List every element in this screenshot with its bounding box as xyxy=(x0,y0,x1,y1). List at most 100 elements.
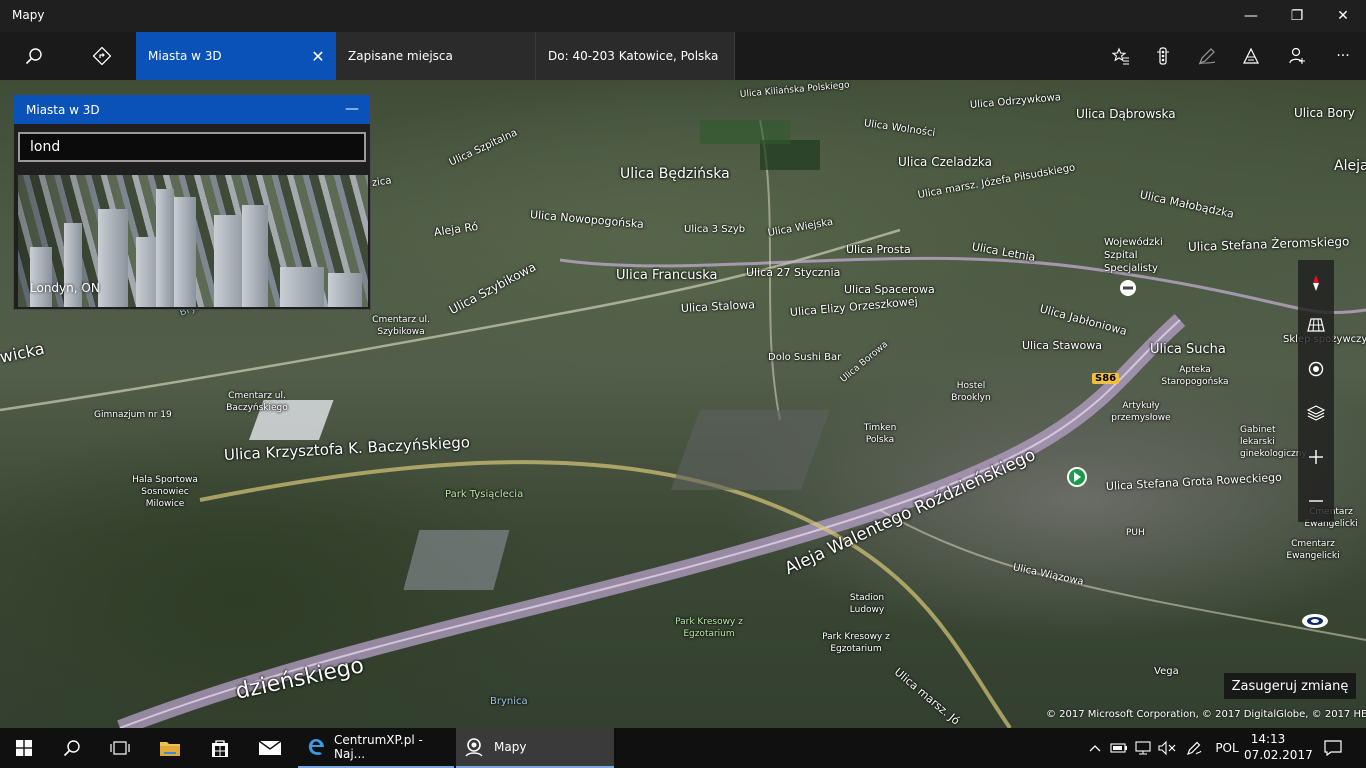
minus-icon xyxy=(1309,500,1323,502)
task-view-button[interactable] xyxy=(96,728,144,768)
taskbar-explorer[interactable] xyxy=(146,728,194,768)
input-language[interactable]: POL xyxy=(1210,728,1244,768)
taskbar-mail[interactable] xyxy=(246,728,294,768)
map-layers-button[interactable] xyxy=(1298,396,1334,430)
taskbar-item-maps[interactable]: Mapy xyxy=(456,728,614,768)
title-bar: Mapy — ❐ ✕ xyxy=(0,0,1366,32)
city-search-input[interactable] xyxy=(18,132,366,162)
city-result-name: Londyn, ON xyxy=(30,281,100,295)
tab-zapisane-miejsca[interactable]: Zapisane miejsca xyxy=(336,32,536,80)
compass-button[interactable] xyxy=(1298,266,1334,300)
map-copyright: © 2017 Microsoft Corporation, © 2017 Dig… xyxy=(1046,709,1366,720)
tab-directions-destination[interactable]: Do: 40-203 Katowice, Polska xyxy=(536,32,735,80)
map-label: Ulica Sucha xyxy=(1150,342,1226,357)
pen-icon xyxy=(1186,741,1202,756)
no-entry-icon[interactable] xyxy=(1118,278,1138,298)
search-icon xyxy=(25,48,42,65)
tab-label: Zapisane miejsca xyxy=(348,49,453,63)
cities-3d-panel: Miasta w 3D — Londyn, ON xyxy=(13,94,371,310)
clock-time: 14:13 xyxy=(1250,732,1286,746)
suggest-change-button[interactable]: Zasugeruj zmianę xyxy=(1224,673,1356,699)
tab-miasta-3d[interactable]: Miasta w 3D ✕ xyxy=(136,32,336,80)
taskbar-item-label: CentrumXP.pl - Naj... xyxy=(334,733,423,761)
plus-icon xyxy=(1309,450,1323,464)
zoom-out-button[interactable] xyxy=(1298,484,1334,518)
map-label: Hostel Brooklyn xyxy=(951,381,991,403)
windows-logo-icon xyxy=(16,740,32,756)
map-label: Wojewódzki Szpital Specjalisty xyxy=(1104,237,1163,274)
map-label: Park Kresowy z Egzotarium xyxy=(675,617,743,639)
pen-icon xyxy=(1198,48,1216,65)
traffic-button[interactable] xyxy=(1146,32,1180,80)
city-result-card[interactable]: Londyn, ON xyxy=(18,175,368,307)
minimize-button[interactable]: — xyxy=(1228,0,1274,32)
account-button[interactable] xyxy=(1280,32,1314,80)
taskbar-store[interactable] xyxy=(196,728,244,768)
highway-shield: S86 xyxy=(1092,373,1120,384)
network-tray-icon[interactable] xyxy=(1132,728,1154,768)
tilt-button[interactable] xyxy=(1298,308,1334,342)
favorites-button[interactable] xyxy=(1104,32,1138,80)
map-label: Aleja Hi xyxy=(1334,158,1366,174)
volume-tray-icon[interactable] xyxy=(1156,728,1178,768)
location-pin-icon[interactable] xyxy=(1066,466,1088,488)
building-shape xyxy=(280,267,324,307)
zoom-in-button[interactable] xyxy=(1298,440,1334,474)
directions-icon xyxy=(93,47,111,65)
action-center-button[interactable] xyxy=(1318,728,1348,768)
cities-3d-button[interactable] xyxy=(1234,32,1268,80)
building-shape xyxy=(174,197,196,307)
panel-header: Miasta w 3D — xyxy=(14,95,370,124)
panel-minimize-button[interactable]: — xyxy=(340,97,364,121)
my-location-icon[interactable] xyxy=(1300,612,1330,630)
battery-icon xyxy=(1110,743,1127,753)
map-label: Ulica Stawowa xyxy=(1022,339,1102,352)
map-label: Gimnazjum nr 19 xyxy=(94,410,172,420)
taskbar-item-label: Mapy xyxy=(494,740,527,754)
chevron-up-icon xyxy=(1089,745,1101,752)
close-tab-button[interactable]: ✕ xyxy=(306,44,330,68)
store-bag-icon xyxy=(212,740,228,757)
locate-me-button[interactable] xyxy=(1298,352,1334,386)
map-label: Brynica xyxy=(490,696,528,707)
compass-icon xyxy=(1313,275,1319,291)
clock[interactable]: 14:13 07.02.2017 xyxy=(1244,731,1313,763)
pen-tray-icon[interactable] xyxy=(1182,728,1206,768)
map-label: Stadion Ludowy xyxy=(849,593,885,615)
search-button[interactable] xyxy=(10,32,58,80)
edge-browser-icon xyxy=(308,739,324,755)
start-button[interactable] xyxy=(0,728,48,768)
panel-title: Miasta w 3D xyxy=(26,103,100,117)
map-label: Ulica 27 Stycznia xyxy=(746,266,841,279)
grid-tilt-icon xyxy=(1307,318,1325,332)
search-icon xyxy=(63,740,80,757)
tab-label: Do: 40-203 Katowice, Polska xyxy=(548,49,719,63)
directions-button[interactable] xyxy=(78,32,126,80)
more-button[interactable]: ··· xyxy=(1326,32,1360,80)
speaker-muted-icon xyxy=(1158,741,1176,755)
show-hidden-icons-button[interactable] xyxy=(1084,728,1106,768)
map-label: Ulica 3 Szyb xyxy=(684,224,746,235)
taskbar-search-button[interactable] xyxy=(48,728,96,768)
map-label: Ulica Dąbrowska xyxy=(1076,107,1176,121)
close-button[interactable]: ✕ xyxy=(1320,0,1366,32)
map-controls xyxy=(1298,260,1334,522)
buildings-icon xyxy=(1243,47,1259,64)
building-shape xyxy=(30,247,52,307)
notification-icon xyxy=(1324,740,1342,756)
building-shape xyxy=(242,205,268,307)
battery-tray-icon[interactable] xyxy=(1108,728,1130,768)
map-label: Artykuły przemysłowe xyxy=(1111,401,1171,423)
map-label: Cmentarz ul. Baczyńskiego xyxy=(226,391,288,413)
window-title: Mapy xyxy=(12,8,45,22)
map-label: Cmentarz ul. Szybikowa xyxy=(372,315,430,337)
restore-button[interactable]: ❐ xyxy=(1274,0,1320,32)
map-label: Apteka Staropogońska xyxy=(1161,365,1229,387)
ink-button[interactable] xyxy=(1190,32,1224,80)
network-icon xyxy=(1135,741,1151,755)
map-label: Park Tysiąclecia xyxy=(445,489,524,500)
traffic-icon xyxy=(1157,47,1169,65)
taskbar-item-edge[interactable]: CentrumXP.pl - Naj... xyxy=(298,728,454,768)
building-shape xyxy=(98,209,128,307)
map-label: Ulica Francuska xyxy=(616,268,718,283)
